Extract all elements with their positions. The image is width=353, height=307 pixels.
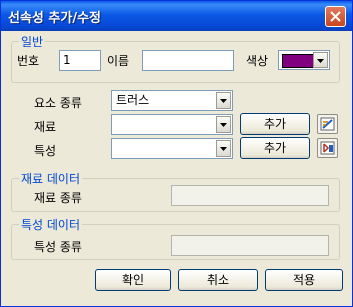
property-label: 특성 <box>34 144 57 158</box>
window-title: 선속성 추가/수정 <box>8 11 101 26</box>
material-data-legend: 재료 데이터 <box>19 170 83 187</box>
property-icon-button[interactable] <box>317 138 338 158</box>
add-property-button[interactable]: 추가 <box>240 137 310 159</box>
material-dropdown-button[interactable] <box>216 116 231 133</box>
apply-button[interactable]: 적용 <box>265 269 343 291</box>
color-dropdown-button[interactable] <box>313 52 328 68</box>
element-type-label: 요소 종류 <box>34 96 82 110</box>
name-field[interactable] <box>142 50 234 71</box>
number-field[interactable]: 1 <box>59 50 101 71</box>
color-label: 색상 <box>246 54 269 68</box>
name-label: 이름 <box>107 54 130 68</box>
color-picker[interactable] <box>278 50 330 70</box>
property-data-legend: 특성 데이터 <box>19 216 83 233</box>
chevron-down-icon <box>317 59 324 63</box>
property-type-field <box>171 235 329 256</box>
chevron-down-icon <box>220 123 227 127</box>
material-type-field <box>171 185 329 206</box>
element-type-dropdown-button[interactable] <box>216 92 231 109</box>
dialog-window: 선속성 추가/수정 일반 번호 1 이름 색상 요소 종류 트러스 재료 추가 <box>0 0 353 307</box>
property-dropdown-button[interactable] <box>216 140 231 157</box>
material-label: 재료 <box>34 120 57 134</box>
close-icon <box>330 11 341 22</box>
cancel-button[interactable]: 취소 <box>178 269 258 291</box>
number-label: 번호 <box>17 54 40 68</box>
property-select[interactable] <box>111 138 233 159</box>
add-material-button[interactable]: 추가 <box>240 113 310 135</box>
color-swatch <box>282 54 315 68</box>
general-legend: 일반 <box>19 33 46 50</box>
chevron-down-icon <box>220 99 227 103</box>
chevron-down-icon <box>220 147 227 151</box>
property-icon <box>320 141 335 155</box>
material-select[interactable] <box>111 114 233 135</box>
property-type-label: 특성 종류 <box>34 240 82 254</box>
material-icon-button[interactable] <box>317 114 338 134</box>
ok-button[interactable]: 확인 <box>95 269 171 291</box>
close-button[interactable] <box>325 6 346 27</box>
material-type-label: 재료 종류 <box>34 191 82 205</box>
title-bar[interactable]: 선속성 추가/수정 <box>1 1 352 31</box>
element-type-value: 트러스 <box>116 93 150 107</box>
material-icon <box>320 117 335 131</box>
element-type-select[interactable]: 트러스 <box>111 90 233 111</box>
